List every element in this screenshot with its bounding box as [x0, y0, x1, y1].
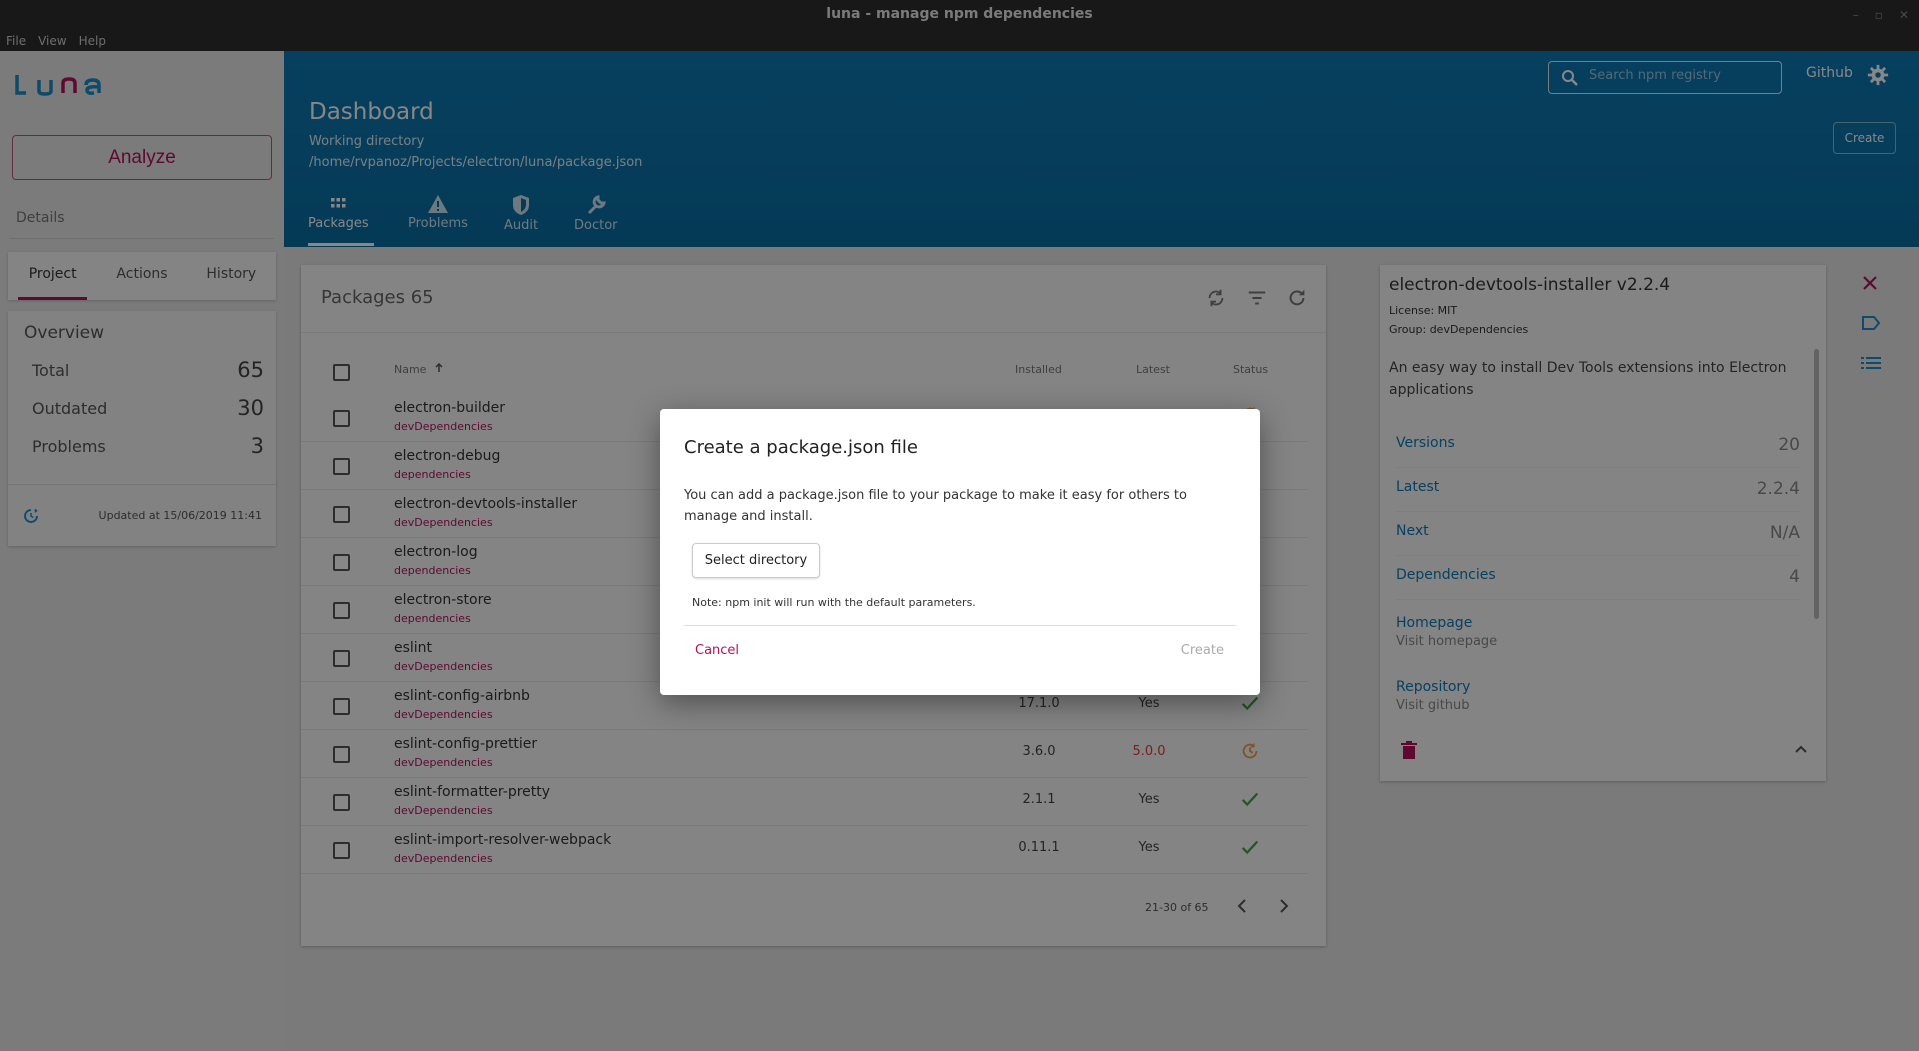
select-directory-button[interactable]: Select directory — [692, 543, 820, 578]
dialog-title: Create a package.json file — [684, 437, 918, 458]
divider — [684, 625, 1236, 626]
dialog-message: You can add a package.json file to your … — [684, 488, 1187, 524]
dialog-note: Note: npm init will run with the default… — [692, 596, 976, 609]
create-package-dialog: Create a package.json file You can add a… — [660, 409, 1260, 695]
create-button[interactable]: Create — [1181, 643, 1224, 658]
cancel-button[interactable]: Cancel — [695, 643, 739, 658]
